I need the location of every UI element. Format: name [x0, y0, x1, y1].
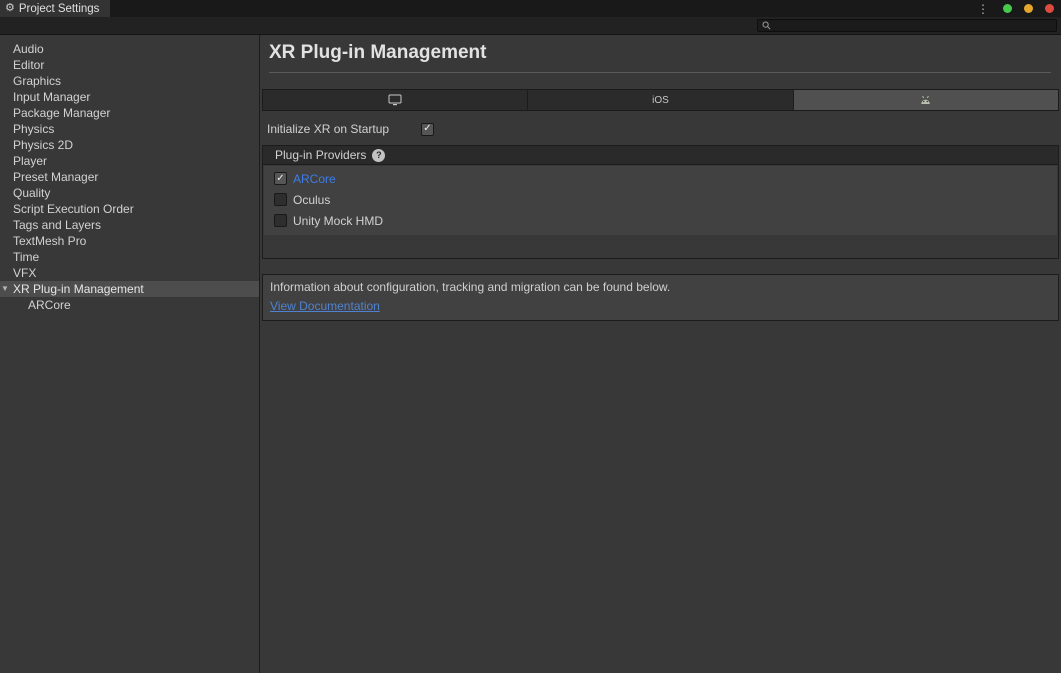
sidebar-item-vfx[interactable]: VFX — [0, 265, 259, 281]
window-dot-yellow[interactable] — [1024, 4, 1033, 13]
kebab-menu-icon[interactable]: ⋮ — [977, 3, 989, 15]
sidebar-item-label: TextMesh Pro — [13, 234, 86, 248]
titlebar-controls: ⋮ — [977, 0, 1054, 17]
android-icon — [919, 95, 932, 105]
sidebar-item-label: VFX — [13, 266, 36, 280]
sidebar-item-label: ARCore — [28, 298, 71, 312]
plugin-providers-title: Plug-in Providers — [275, 148, 366, 162]
sidebar-item-label: Script Execution Order — [13, 202, 134, 216]
sidebar-item-quality[interactable]: Quality — [0, 185, 259, 201]
provider-label: ARCore — [293, 172, 336, 186]
main-panel: XR Plug-in Management iOS — [260, 35, 1061, 673]
sidebar-item-editor[interactable]: Editor — [0, 57, 259, 73]
window-dot-red[interactable] — [1045, 4, 1054, 13]
tab-android[interactable] — [794, 90, 1058, 110]
sidebar-item-tags-and-layers[interactable]: Tags and Layers — [0, 217, 259, 233]
tab-standalone[interactable] — [263, 90, 528, 110]
initialize-xr-label: Initialize XR on Startup — [267, 122, 421, 136]
title-divider — [269, 72, 1051, 73]
gear-icon: ⚙ — [5, 3, 15, 14]
sidebar-item-package-manager[interactable]: Package Manager — [0, 105, 259, 121]
sidebar-item-label: XR Plug-in Management — [13, 282, 144, 296]
sidebar-item-label: Quality — [13, 186, 50, 200]
sidebar-item-label: Physics — [13, 122, 54, 136]
sidebar-item-label: Player — [13, 154, 47, 168]
sidebar-item-physics-2d[interactable]: Physics 2D — [0, 137, 259, 153]
sidebar-item-label: Tags and Layers — [13, 218, 101, 232]
initialize-xr-row: Initialize XR on Startup — [267, 122, 1061, 136]
arcore-checkbox[interactable] — [274, 172, 287, 185]
sidebar-item-arcore[interactable]: ARCore — [0, 297, 259, 313]
initialize-xr-checkbox[interactable] — [421, 123, 434, 136]
provider-row-oculus: Oculus — [264, 189, 1057, 210]
platform-tab-bar: iOS — [262, 89, 1059, 111]
tab-ios-label: iOS — [652, 95, 669, 106]
sidebar-item-label: Audio — [13, 42, 44, 56]
sidebar-item-label: Physics 2D — [13, 138, 73, 152]
window-body: Audio Editor Graphics Input Manager Package … — [0, 35, 1061, 673]
search-input[interactable] — [774, 20, 1052, 31]
plugin-providers-box: Plug-in Providers ? ARCore Oculus Unity Mo… — [262, 145, 1059, 259]
info-text: Information about configuration, trackin… — [270, 280, 1051, 294]
view-documentation-link[interactable]: View Documentation — [270, 299, 380, 313]
plugin-providers-list: ARCore Oculus Unity Mock HMD — [264, 166, 1057, 235]
sidebar-item-audio[interactable]: Audio — [0, 41, 259, 57]
sidebar-item-preset-manager[interactable]: Preset Manager — [0, 169, 259, 185]
provider-row-unity-mock-hmd: Unity Mock HMD — [264, 210, 1057, 231]
sidebar-item-label: Time — [13, 250, 39, 264]
foldout-triangle-icon[interactable]: ▼ — [1, 281, 9, 297]
window-dot-green[interactable] — [1003, 4, 1012, 13]
help-icon[interactable]: ? — [372, 149, 385, 162]
plugin-providers-header: Plug-in Providers ? — [263, 146, 1058, 165]
provider-label: Oculus — [293, 193, 330, 207]
sidebar-item-xr-plug-in-management[interactable]: ▼ XR Plug-in Management — [0, 281, 259, 297]
sidebar-item-label: Editor — [13, 58, 44, 72]
tab-ios[interactable]: iOS — [528, 90, 793, 110]
sidebar-item-label: Graphics — [13, 74, 61, 88]
window-title: Project Settings — [19, 3, 100, 15]
sidebar-item-player[interactable]: Player — [0, 153, 259, 169]
sidebar-item-script-execution-order[interactable]: Script Execution Order — [0, 201, 259, 217]
desktop-monitor-icon — [388, 94, 402, 106]
project-settings-window-tab[interactable]: ⚙ Project Settings — [0, 0, 110, 17]
title-bar: ⚙ Project Settings ⋮ — [0, 0, 1061, 17]
toolbar — [0, 17, 1061, 35]
search-box[interactable] — [757, 19, 1057, 32]
sidebar-item-input-manager[interactable]: Input Manager — [0, 89, 259, 105]
oculus-checkbox[interactable] — [274, 193, 287, 206]
sidebar-item-textmesh-pro[interactable]: TextMesh Pro — [0, 233, 259, 249]
provider-row-arcore: ARCore — [264, 168, 1057, 189]
page-title: XR Plug-in Management — [269, 42, 1051, 64]
search-icon — [762, 21, 771, 30]
info-box: Information about configuration, trackin… — [262, 274, 1059, 321]
sidebar-item-label: Package Manager — [13, 106, 110, 120]
sidebar-item-label: Preset Manager — [13, 170, 98, 184]
unity-mock-hmd-checkbox[interactable] — [274, 214, 287, 227]
sidebar-item-graphics[interactable]: Graphics — [0, 73, 259, 89]
settings-sidebar: Audio Editor Graphics Input Manager Package … — [0, 35, 260, 673]
sidebar-item-label: Input Manager — [13, 90, 90, 104]
sidebar-item-physics[interactable]: Physics — [0, 121, 259, 137]
provider-label: Unity Mock HMD — [293, 214, 383, 228]
sidebar-item-time[interactable]: Time — [0, 249, 259, 265]
